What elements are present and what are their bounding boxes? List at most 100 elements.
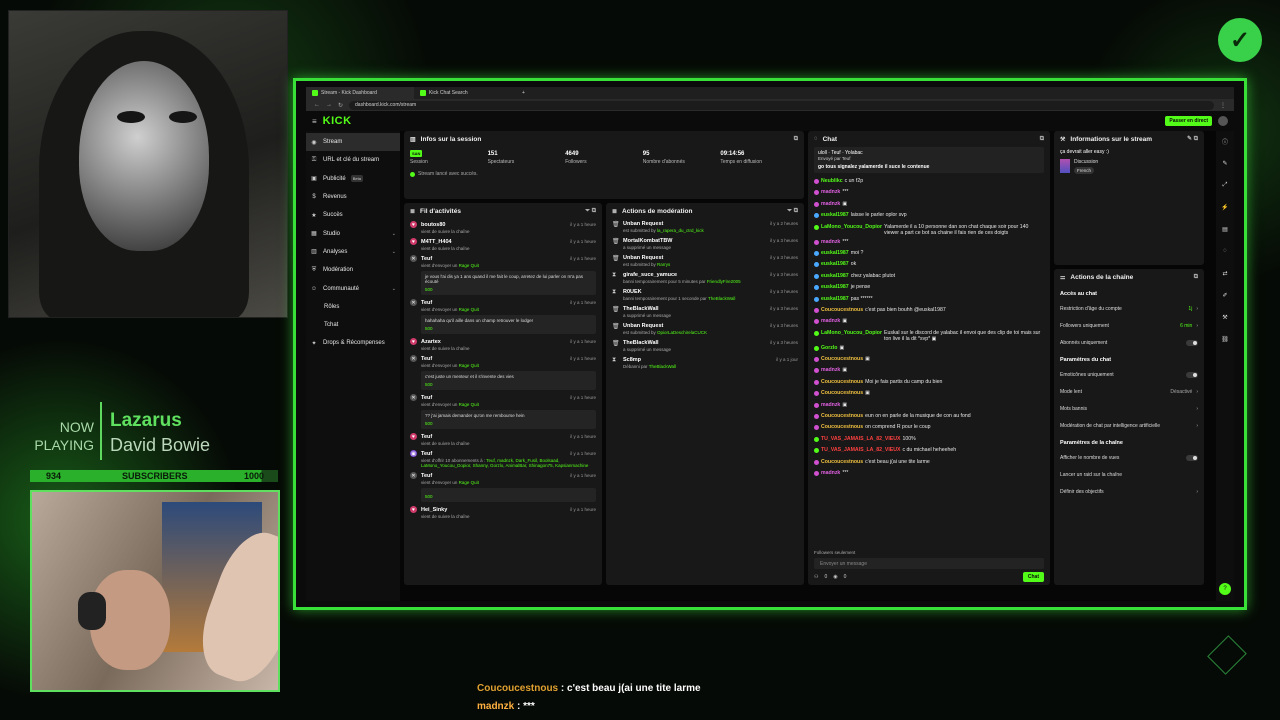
- activity-user[interactable]: Teuf: [421, 395, 432, 401]
- sidebar-item[interactable]: ★ Succès: [306, 206, 400, 224]
- back-arrow-icon[interactable]: ←: [314, 102, 320, 108]
- sidebar-item[interactable]: ▥ Analyses ⌄: [306, 243, 400, 261]
- sidebar-item[interactable]: ✦ Drops & Récompenses: [306, 334, 400, 352]
- chevron-down-icon[interactable]: ⌄: [392, 249, 396, 255]
- clipboard-icon[interactable]: ▤: [1219, 223, 1231, 235]
- setting-row[interactable]: Followers uniquement 6 min ›: [1054, 317, 1204, 334]
- setting-row[interactable]: Modération de chat par intelligence arti…: [1054, 417, 1204, 434]
- popout-icon[interactable]: ⧉: [1040, 136, 1044, 143]
- chat-username[interactable]: euskal1987: [821, 273, 849, 280]
- activity-user[interactable]: Hei_Sinky: [421, 507, 447, 513]
- moderation-subject[interactable]: TheBlackWall: [623, 340, 659, 346]
- moderation-actor[interactable]: la_rapera_du_ctrd_kick: [657, 228, 704, 233]
- chat-username[interactable]: Coucoucestnous: [821, 379, 863, 386]
- activity-user[interactable]: M4TT_H404: [421, 239, 452, 245]
- moderation-subject[interactable]: Sc8mp: [623, 357, 641, 363]
- edit-icon[interactable]: ✐: [1219, 289, 1231, 301]
- filter-icon[interactable]: ⏷ ⧉: [787, 208, 798, 215]
- setting-row[interactable]: Restriction d'âge du compte 1j ›: [1054, 300, 1204, 317]
- activity-user[interactable]: Teuf: [421, 451, 432, 457]
- activity-user[interactable]: Azartex: [421, 339, 441, 345]
- setting-row[interactable]: Afficher le nombre de vues: [1054, 449, 1204, 466]
- info-icon[interactable]: ⓘ: [1219, 135, 1231, 147]
- sidebar-item[interactable]: ◉ Stream: [306, 133, 400, 152]
- chevron-right-icon[interactable]: ›: [1196, 423, 1198, 429]
- sidebar-item[interactable]: Rôles: [306, 298, 400, 316]
- help-icon[interactable]: ?: [1219, 583, 1231, 595]
- url-input[interactable]: dashboard.kick.com/stream: [349, 100, 1214, 110]
- setting-row[interactable]: Mode lent Désactivé ›: [1054, 383, 1204, 400]
- sidebar-item[interactable]: ☺ Communauté ⌄: [306, 279, 400, 297]
- avatar[interactable]: [1218, 116, 1228, 126]
- extensions-icon[interactable]: ⋮: [1220, 102, 1226, 109]
- wrench-icon[interactable]: ⚒: [1219, 311, 1231, 323]
- sidebar-item[interactable]: ⛨ Modération: [306, 261, 400, 279]
- moderation-actor[interactable]: FriendlyFire2005: [707, 279, 741, 284]
- moderation-actor[interactable]: TheBlackWall: [649, 364, 676, 369]
- chat-username[interactable]: madnzk: [821, 318, 840, 325]
- go-live-button[interactable]: Passer en direct: [1165, 116, 1212, 126]
- chevron-down-icon[interactable]: ⌄: [392, 286, 396, 292]
- reload-icon[interactable]: ↻: [338, 102, 343, 109]
- chat-username[interactable]: TU_VAS_JAMAIS_LA_82_VIEUX: [821, 447, 900, 454]
- chevron-right-icon[interactable]: ›: [1196, 323, 1198, 329]
- chat-username[interactable]: euskal1987: [821, 284, 849, 291]
- moderation-actor[interactable]: TheBlackWall: [708, 296, 735, 301]
- popout-icon[interactable]: ⧉: [794, 136, 798, 143]
- chat-username[interactable]: Coucoucestnous: [821, 356, 863, 363]
- chevron-down-icon[interactable]: ⌄: [392, 231, 396, 237]
- tab-kick-chat-search[interactable]: Kick Chat Search: [414, 87, 522, 99]
- activity-user[interactable]: Teuf: [421, 256, 432, 262]
- moderation-subject[interactable]: Unban Request: [623, 323, 663, 329]
- chat-username[interactable]: Coucoucestnous: [821, 424, 863, 431]
- chat-username[interactable]: LaMono_Youcou_Dopior: [821, 330, 882, 337]
- setting-row[interactable]: Emoticônes uniquement: [1054, 366, 1204, 383]
- chat-username[interactable]: euskal1987: [821, 261, 849, 268]
- moderation-subject[interactable]: Unban Request: [623, 255, 663, 261]
- chevron-right-icon[interactable]: ›: [1196, 489, 1198, 495]
- link-icon[interactable]: ⛓: [1219, 333, 1231, 345]
- expand-icon[interactable]: ⤢: [1219, 179, 1231, 191]
- chat-username[interactable]: LaMono_Youcou_Dopior: [821, 224, 882, 231]
- chat-username[interactable]: Coucoucestnous: [821, 307, 863, 314]
- activity-user[interactable]: Teuf: [421, 300, 432, 306]
- pinned-message[interactable]: uloll · Teuf · Yolabac Envoyé par Teuf g…: [814, 147, 1044, 173]
- pencil-icon[interactable]: ✎: [1219, 157, 1231, 169]
- moderation-subject[interactable]: R0UEK: [623, 289, 642, 295]
- moderation-subject[interactable]: TheBlackWall: [623, 306, 659, 312]
- flash-icon[interactable]: ⚡: [1219, 201, 1231, 213]
- chevron-right-icon[interactable]: ›: [1196, 406, 1198, 412]
- activity-user[interactable]: Teuf: [421, 356, 432, 362]
- chevron-right-icon[interactable]: ›: [1196, 389, 1198, 395]
- new-tab-button[interactable]: +: [522, 90, 525, 96]
- chat-username[interactable]: madnzk: [821, 470, 840, 477]
- kick-logo[interactable]: KICK: [323, 115, 352, 127]
- chat-username[interactable]: madnzk: [821, 189, 840, 196]
- moderation-subject[interactable]: girafe_suce_yamuce: [623, 272, 677, 278]
- chat-username[interactable]: madnzk: [821, 201, 840, 208]
- chat-username[interactable]: Gorzlo: [821, 345, 837, 352]
- toggle-switch[interactable]: [1186, 371, 1198, 378]
- sidebar-item[interactable]: Tchat: [306, 316, 400, 334]
- chat-bubble-icon[interactable]: ◌: [1219, 245, 1231, 257]
- toggle-switch[interactable]: [1186, 454, 1198, 461]
- chat-username[interactable]: Neublikc: [821, 178, 843, 185]
- activity-user[interactable]: boutos80: [421, 222, 445, 228]
- filter-icon[interactable]: ⏷ ⧉: [585, 208, 596, 215]
- chat-username[interactable]: euskal1987: [821, 250, 849, 257]
- moderation-subject[interactable]: Unban Request: [623, 221, 663, 227]
- activity-user[interactable]: Teuf: [421, 434, 432, 440]
- setting-row[interactable]: Mots bannis ›: [1054, 400, 1204, 417]
- chat-username[interactable]: madnzk: [821, 367, 840, 374]
- sidebar-item[interactable]: ▦ Studio ⌄: [306, 224, 400, 242]
- activity-user[interactable]: Teuf: [421, 473, 432, 479]
- tab-kick-dashboard[interactable]: Stream - Kick Dashboard: [306, 87, 414, 99]
- sidebar-item[interactable]: $ Revenus: [306, 188, 400, 206]
- chat-username[interactable]: Coucoucestnous: [821, 459, 863, 466]
- arrows-icon[interactable]: ⇄: [1219, 267, 1231, 279]
- moderation-actor[interactable]: Rarrys: [657, 262, 670, 267]
- toggle-switch[interactable]: [1186, 339, 1198, 346]
- chat-username[interactable]: euskal1987: [821, 212, 849, 219]
- sidebar-item[interactable]: ⚿ URL et clé du stream: [306, 151, 400, 169]
- moderation-subject[interactable]: MortalKombatTBW: [623, 238, 673, 244]
